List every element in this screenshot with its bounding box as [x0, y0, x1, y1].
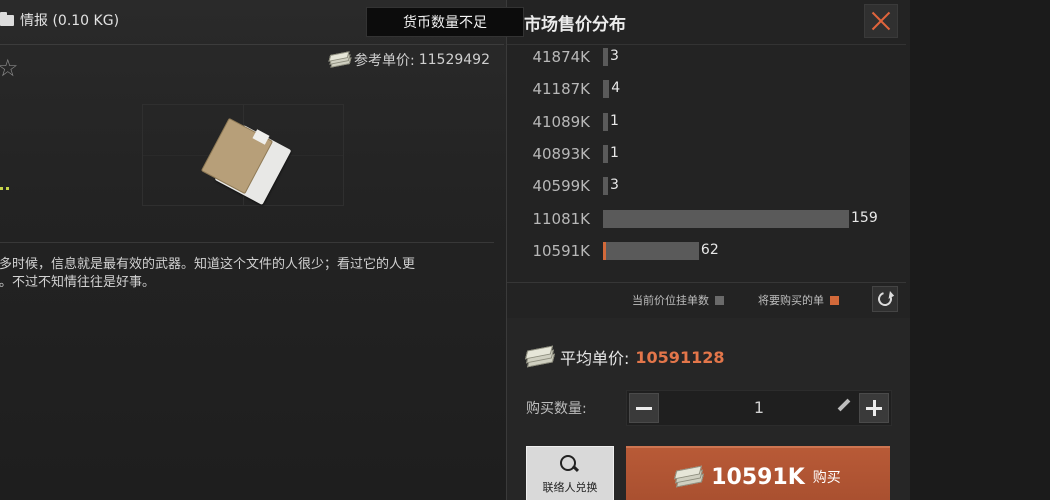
price-tick-label: 10591K — [532, 241, 590, 260]
price-bar — [603, 241, 699, 260]
reference-price: 参考单价: 11529492 — [328, 50, 490, 70]
price-bar — [603, 80, 610, 99]
price-row: 41874K 3 — [506, 46, 906, 68]
legend-buy-label: 将要购买的单 — [758, 294, 824, 307]
legend-current-swatch — [715, 295, 724, 305]
price-bar — [603, 48, 608, 66]
quantity-label: 购买数量: — [526, 401, 587, 417]
price-tick-label: 41089K — [532, 112, 590, 131]
minus-icon — [636, 406, 652, 410]
price-row: 10591K 62 — [506, 240, 906, 262]
price-count-label: 3 — [610, 177, 619, 194]
average-price-label: 平均单价: — [560, 349, 630, 368]
quantity-input[interactable]: 1 — [663, 398, 855, 417]
cash-icon — [674, 465, 705, 488]
price-bar — [603, 144, 608, 163]
buy-label: 购买 — [812, 470, 841, 486]
cash-icon — [328, 51, 352, 68]
price-row: 11081K 159 — [506, 208, 906, 230]
buy-price: 10591K — [711, 464, 805, 490]
price-bar — [603, 209, 849, 228]
price-count-label: 4 — [611, 80, 621, 97]
folder-icon — [0, 11, 14, 26]
magnifier-icon — [560, 455, 578, 473]
favorite-star-icon[interactable]: ☆ — [0, 56, 19, 80]
price-row: 40893K 1 — [506, 143, 906, 165]
buy-button[interactable]: 10591K 购买 — [626, 446, 890, 500]
document-icon — [200, 117, 292, 206]
average-price: 平均单价: 10591128 — [524, 345, 725, 369]
price-count-label: 3 — [610, 48, 619, 64]
plus-icon — [866, 400, 882, 416]
item-detail-panel: 情报 (0.10 KG) ☆ 参考单价: 11529492 很多时候，信息就是最有… — [0, 0, 506, 500]
price-tick-label: 40893K — [532, 144, 590, 163]
background-edge — [910, 0, 1050, 500]
legend-current-label: 当前价位挂单数 — [632, 294, 709, 307]
buy-portion-bar — [603, 241, 606, 260]
description-line: 少。不过不知情往往是好事。 — [0, 275, 156, 290]
legend-buy-swatch — [830, 295, 839, 305]
price-count-label: 1 — [610, 112, 619, 129]
market-panel: 市场售价分布 41874K 3 41187K 4 41089K 1 40893K 1 40599… — [506, 0, 910, 500]
price-tick-label: 41874K — [532, 48, 590, 66]
rarity-indicator — [0, 187, 9, 190]
chart-legend: 当前价位挂单数 将要购买的单 — [632, 292, 839, 308]
price-count-label: 159 — [851, 209, 878, 226]
close-button[interactable] — [864, 4, 898, 38]
reference-price-value: 11529492 — [418, 52, 490, 68]
contact-exchange-button[interactable]: 联络人兑换 — [526, 446, 614, 500]
price-count-label: 62 — [700, 241, 719, 258]
reference-price-label: 参考单价: — [354, 53, 415, 69]
quantity-stepper: 1 — [626, 390, 892, 426]
item-title-text: 情报 (0.10 KG) — [20, 13, 120, 29]
price-row: 41089K 1 — [506, 111, 906, 133]
price-tick-label: 40599K — [532, 177, 590, 196]
divider — [506, 44, 906, 45]
description-line: 很多时候，信息就是最有效的武器。知道这个文件的人很少；看过它的人更 — [0, 257, 416, 272]
close-icon — [871, 11, 891, 31]
price-count-label: 1 — [610, 144, 619, 161]
price-tick-label: 41187K — [532, 80, 590, 99]
refresh-icon — [875, 289, 895, 309]
increase-quantity-button[interactable] — [859, 393, 889, 423]
refresh-button[interactable] — [872, 286, 898, 312]
contact-exchange-label: 联络人兑换 — [542, 481, 598, 494]
divider — [0, 242, 494, 243]
item-title: 情报 (0.10 KG) — [0, 10, 119, 30]
insufficient-currency-toast: 货币数量不足 — [366, 7, 524, 37]
price-bar — [603, 112, 608, 131]
divider — [506, 282, 906, 283]
item-description: 很多时候，信息就是最有效的武器。知道这个文件的人很少；看过它的人更 少。不过不知… — [0, 256, 486, 292]
toast-text: 货币数量不足 — [403, 15, 487, 31]
average-price-value: 10591128 — [635, 347, 725, 367]
decrease-quantity-button[interactable] — [629, 393, 659, 423]
price-row: 41187K 4 — [506, 78, 906, 100]
divider — [0, 44, 504, 45]
price-bar — [603, 177, 608, 196]
market-title: 市场售价分布 — [524, 15, 626, 35]
price-tick-label: 11081K — [532, 209, 590, 228]
cash-icon — [524, 345, 556, 368]
price-row: 40599K 3 — [506, 175, 906, 197]
